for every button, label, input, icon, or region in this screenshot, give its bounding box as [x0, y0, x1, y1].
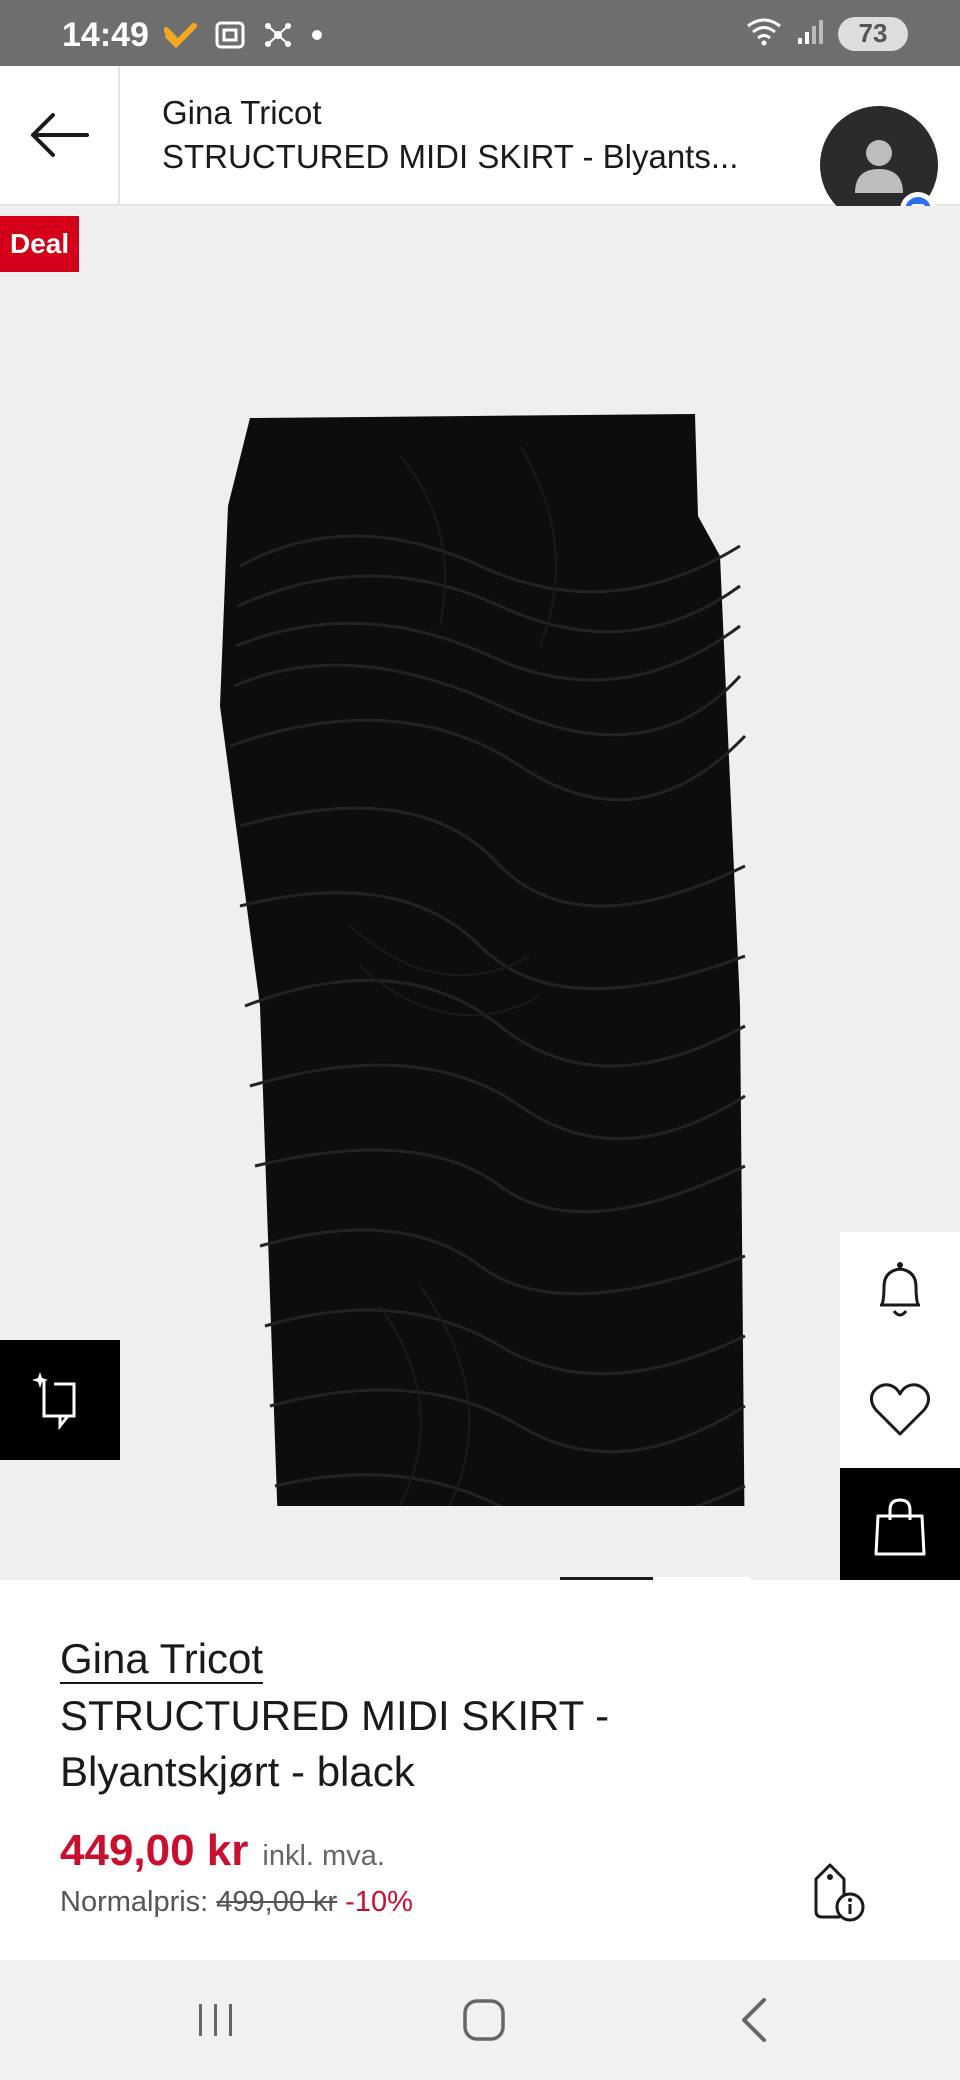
notification-icon: [163, 22, 198, 53]
notify-button[interactable]: [840, 1232, 960, 1350]
screenshot-icon: [214, 20, 246, 55]
wishlist-button[interactable]: [840, 1350, 960, 1468]
vat-note: inkl. mva.: [262, 1840, 385, 1872]
signal-icon: [796, 16, 826, 51]
product-name: STRUCTURED MIDI SKIRT - Blyantskjørt - b…: [60, 1692, 610, 1795]
add-to-bag-button[interactable]: [840, 1468, 960, 1580]
shopping-bag-icon: [874, 1498, 926, 1556]
discount: -10%: [345, 1886, 413, 1918]
dot-icon: [310, 28, 324, 47]
recent-apps-button[interactable]: [156, 1980, 276, 2060]
status-time: 14:49: [62, 16, 149, 54]
system-nav-bar: [0, 1960, 960, 2080]
header: Gina Tricot STRUCTURED MIDI SKIRT - Blya…: [0, 66, 960, 228]
recent-apps-icon: [199, 2004, 232, 2036]
normal-price-label: Normalpris:: [60, 1886, 209, 1918]
old-price: 499,00 kr: [216, 1886, 338, 1918]
product-image: [220, 414, 747, 1506]
product-image-carousel[interactable]: Deal: [0, 206, 960, 1580]
bell-icon: [880, 1262, 920, 1317]
price: 449,00 kr: [60, 1826, 249, 1875]
product-info: Gina Tricot STRUCTURED MIDI SKIRT - Blya…: [0, 1580, 960, 1960]
header-title: STRUCTURED MIDI SKIRT - Blyants...: [162, 138, 739, 175]
person-icon: [855, 140, 903, 193]
side-actions: [840, 1232, 960, 1580]
visual-search-icon: [32, 1372, 76, 1430]
visual-search-button[interactable]: [0, 1340, 120, 1460]
status-icons-left: [163, 20, 324, 55]
price-row: 449,00 kr inkl. mva.: [60, 1826, 385, 1876]
home-icon: [463, 1999, 505, 2041]
arrow-left-icon: [31, 113, 89, 157]
normal-price-row: Normalpris: 499,00 kr -10%: [60, 1886, 413, 1919]
battery-icon: 73: [838, 16, 908, 51]
wifi-icon: [744, 16, 784, 51]
price-tag-info-icon: [814, 1863, 865, 1922]
brand-link[interactable]: Gina Tricot: [60, 1636, 264, 1684]
home-button[interactable]: [424, 1980, 544, 2060]
system-back-button[interactable]: [694, 1980, 814, 2060]
header-brand: Gina Tricot: [162, 94, 322, 131]
back-button[interactable]: [0, 66, 120, 204]
status-icons-right: 73: [744, 16, 908, 51]
price-info-button[interactable]: [800, 1852, 880, 1932]
status-bar: 14:49 73: [0, 0, 960, 66]
network-icon: [262, 20, 294, 55]
heart-icon: [869, 1383, 931, 1436]
chevron-left-icon: [742, 1998, 766, 2042]
deal-badge: Deal: [0, 216, 80, 272]
